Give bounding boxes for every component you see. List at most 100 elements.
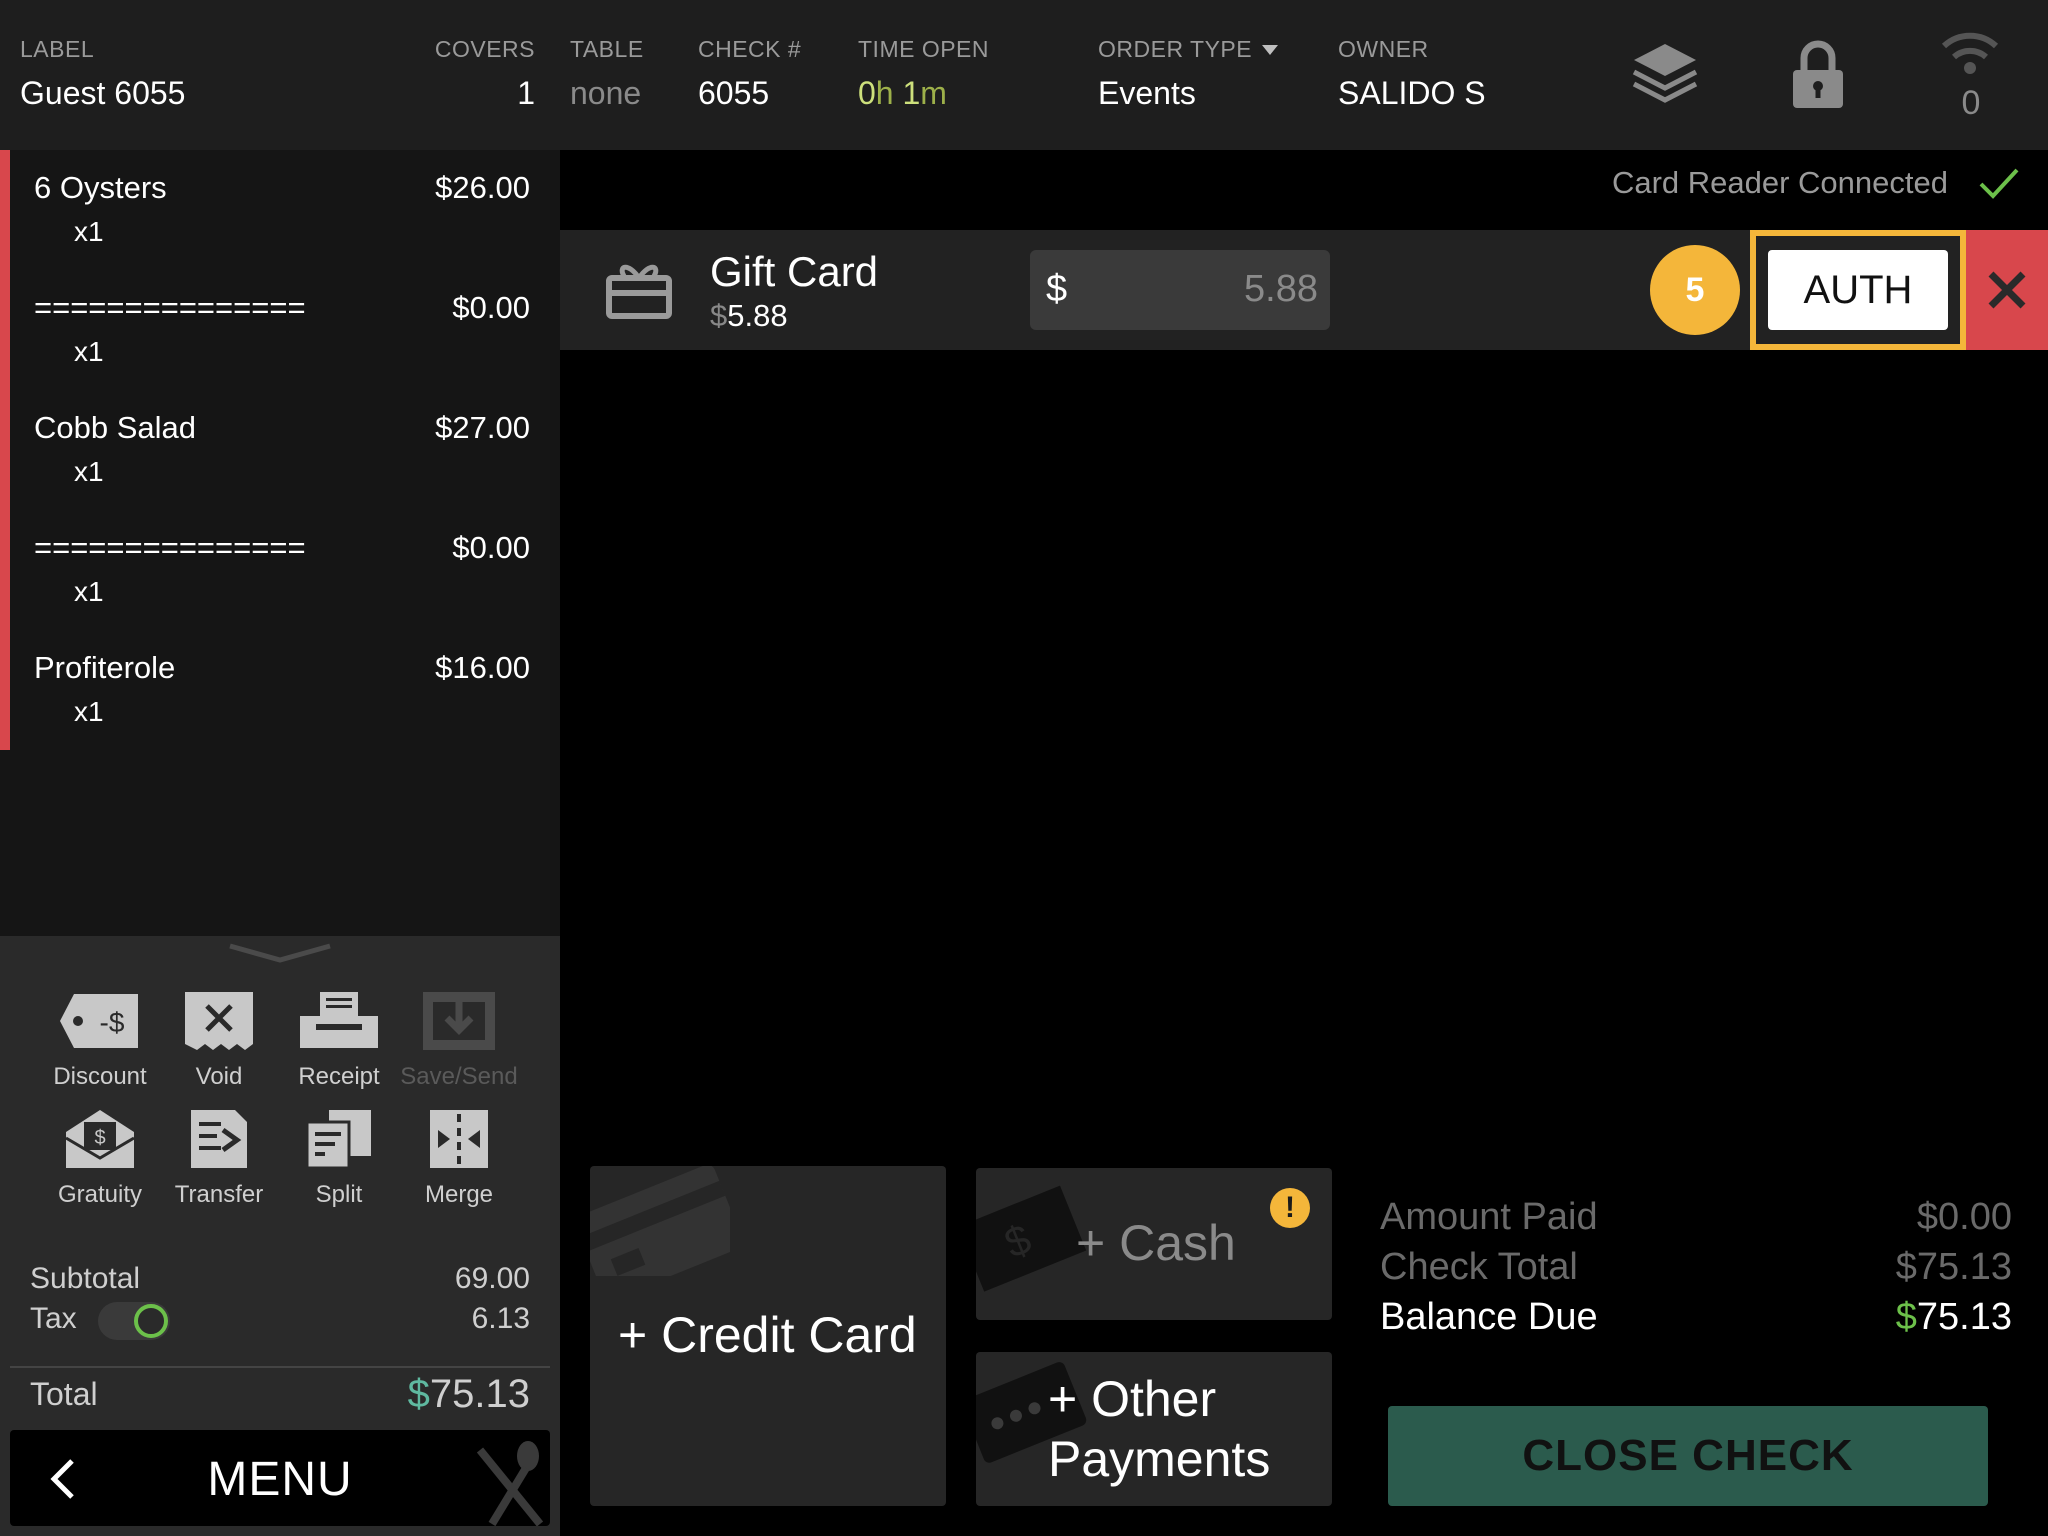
total-label: Total [30, 1376, 98, 1412]
check-header: LABEL Guest 6055 COVERS 1 TABLE none CHE… [0, 0, 2048, 150]
utensils-icon [476, 1441, 544, 1526]
transfer-button[interactable]: Transfer [159, 1108, 279, 1209]
cash-label: + Cash [1076, 1215, 1236, 1271]
merge-button[interactable]: Merge [399, 1108, 519, 1209]
balance-due-label: Balance Due [1380, 1296, 1598, 1338]
transfer-icon [191, 1110, 247, 1168]
total-amount: 75.13 [429, 1372, 530, 1416]
lock-icon[interactable] [1790, 40, 1846, 110]
table-field[interactable]: TABLE none [570, 36, 644, 112]
balance-currency: $ [1895, 1296, 1917, 1338]
item-qty: x1 [74, 576, 104, 607]
item-price: $26.00 [435, 170, 530, 205]
balance-amount: 75.13 [1916, 1296, 2012, 1338]
total-value: $75.13 [408, 1372, 530, 1417]
divider [10, 1366, 550, 1368]
amount-paid-value: $0.00 [1916, 1196, 2012, 1238]
amount-value: 5.88 [1244, 268, 1318, 310]
order-item[interactable]: 6 Oysters $26.00 x1 [34, 150, 530, 270]
item-name: =============== [34, 530, 306, 565]
printer-icon [300, 992, 378, 1048]
wifi-icon[interactable] [1940, 30, 2000, 76]
gratuity-button[interactable]: $ Gratuity [40, 1108, 160, 1209]
gratuity-label: Gratuity [57, 1181, 143, 1208]
owner-field[interactable]: OWNER SALIDO S [1338, 36, 1486, 112]
time-minutes: 1 [902, 75, 921, 111]
amount-currency-symbol: $ [1046, 268, 1068, 310]
covers-field[interactable]: COVERS 1 [435, 36, 535, 112]
step-badge: 5 [1650, 245, 1740, 335]
item-name: =============== [34, 290, 306, 325]
label-title: LABEL [20, 36, 95, 62]
check-number-title: CHECK # [698, 36, 802, 62]
chevron-down-icon [1262, 44, 1279, 55]
item-name: Profiterole [34, 650, 176, 685]
table-value: none [570, 75, 642, 111]
menu-button[interactable]: MENU [10, 1430, 550, 1526]
time-hours-unit: h [875, 75, 894, 111]
menu-label: MENU [207, 1453, 353, 1506]
gift-card-balance: $5.88 [710, 298, 788, 334]
owner-value: SALIDO S [1338, 75, 1486, 111]
item-price: $0.00 [452, 530, 530, 565]
tax-label: Tax [30, 1302, 77, 1335]
order-item[interactable]: =============== $0.00 x1 [34, 270, 530, 390]
item-price: $16.00 [435, 650, 530, 685]
item-qty: x1 [74, 216, 104, 247]
discount-tag-icon: -$ [60, 994, 138, 1048]
remove-payment-button[interactable] [1966, 230, 2048, 350]
balance-due-row: Balance Due $75.13 [1380, 1296, 2012, 1339]
subtotal-value: 69.00 [454, 1262, 530, 1295]
tax-toggle[interactable] [98, 1302, 170, 1340]
time-minutes-unit: m [920, 75, 947, 111]
auth-button[interactable]: AUTH [1768, 250, 1948, 330]
order-item[interactable]: Profiterole $16.00 x1 [34, 630, 530, 750]
check-number-value: 6055 [698, 75, 770, 111]
split-label: Split [315, 1181, 363, 1208]
tax-value: 6.13 [471, 1302, 530, 1335]
gift-card-payment-row[interactable]: Gift Card $5.88 $ 5.88 5 AUTH [560, 230, 2048, 350]
save-send-label: Save/Send [400, 1063, 518, 1090]
other-payments-button[interactable]: + Other Payments [976, 1352, 1332, 1506]
save-send-button[interactable]: Save/Send [399, 990, 519, 1091]
discount-button[interactable]: -$ Discount [40, 990, 160, 1091]
table-title: TABLE [570, 36, 644, 62]
discount-label: Discount [53, 1063, 147, 1090]
check-total-value: $75.13 [1895, 1246, 2012, 1288]
gift-card-amount-input[interactable]: $ 5.88 [1030, 250, 1330, 330]
unsent-indicator-bar [0, 150, 10, 750]
merge-label: Merge [424, 1181, 494, 1208]
label-field[interactable]: LABEL Guest 6055 [20, 36, 185, 112]
item-price: $27.00 [435, 410, 530, 445]
item-qty: x1 [74, 696, 104, 727]
receipt-button[interactable]: Receipt [279, 990, 399, 1091]
collapse-handle-icon[interactable] [228, 942, 332, 964]
subtotal-label: Subtotal [30, 1262, 141, 1295]
item-name: 6 Oysters [34, 170, 167, 205]
transfer-label: Transfer [174, 1181, 264, 1208]
total-row: Total $75.13 [30, 1372, 530, 1416]
gratuity-glyph: $ [94, 1127, 105, 1149]
gift-card-icon [606, 264, 672, 319]
item-name: Cobb Salad [34, 410, 197, 445]
tax-toggle-knob [134, 1304, 168, 1338]
checkmark-icon [1979, 168, 2019, 199]
order-type-title-text: ORDER TYPE [1098, 36, 1253, 62]
order-item[interactable]: Cobb Salad $27.00 x1 [34, 390, 530, 510]
item-qty: x1 [74, 456, 104, 487]
item-price: $0.00 [452, 290, 530, 325]
close-check-button[interactable]: CLOSE CHECK [1388, 1406, 1988, 1506]
order-type-dropdown[interactable]: ORDER TYPE Events [1098, 36, 1279, 112]
layers-icon[interactable] [1630, 40, 1700, 112]
cash-button[interactable]: $ + Cash ! [976, 1168, 1332, 1320]
split-button[interactable]: Split [279, 1108, 399, 1209]
credit-card-button[interactable]: + Credit Card [590, 1166, 946, 1506]
item-qty: x1 [74, 336, 104, 367]
warning-icon: ! [1270, 1188, 1310, 1228]
total-currency: $ [407, 1372, 430, 1416]
label-value: Guest 6055 [20, 75, 186, 111]
order-item[interactable]: =============== $0.00 x1 [34, 510, 530, 630]
void-button[interactable]: Void [159, 990, 279, 1091]
auth-highlight: AUTH [1750, 230, 1966, 350]
check-total-row: Check Total $75.13 [1380, 1246, 2012, 1289]
